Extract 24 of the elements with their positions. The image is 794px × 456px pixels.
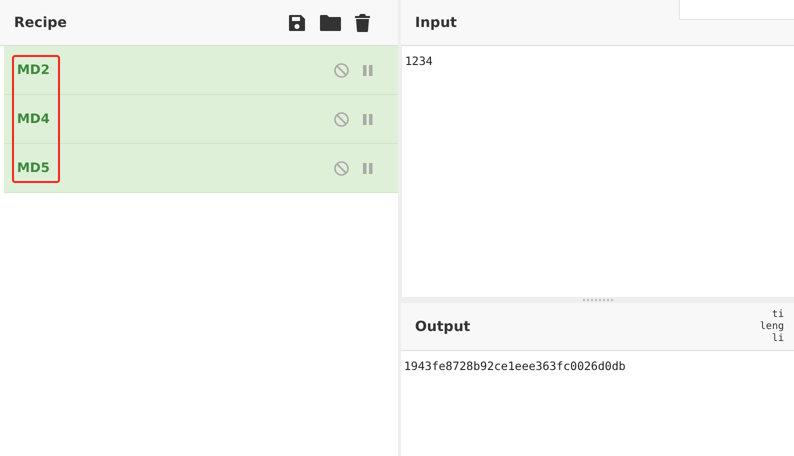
disable-icon[interactable] [334,112,349,126]
output-stat: li [772,332,784,344]
save-icon[interactable] [288,14,306,32]
operation-name: MD4 [17,112,50,126]
output-stat: ti [772,308,784,320]
folder-icon[interactable] [320,14,341,31]
output-stat: leng [760,320,784,332]
panel-title: Input [415,14,457,30]
input-text[interactable]: 1234 [405,54,433,68]
operation-name: MD5 [17,160,50,176]
panel-title: Output [415,318,470,334]
recipe-operation[interactable]: MD2 [4,46,398,95]
recipe-operation[interactable]: MD5 [4,144,398,193]
recipe-operation[interactable]: MD4 [4,95,398,144]
operation-name: MD2 [17,62,50,78]
disable-icon[interactable] [334,160,349,176]
pause-icon[interactable] [363,64,373,76]
pause-icon[interactable] [363,114,373,124]
disable-icon[interactable] [334,62,349,78]
panel-title: Recipe [14,14,67,30]
resize-handle[interactable] [582,299,612,301]
trash-icon[interactable] [355,14,370,32]
pause-icon[interactable] [363,162,373,174]
output-text: 1943fe8728b92ce1eee363fc0026d0db [404,359,626,373]
